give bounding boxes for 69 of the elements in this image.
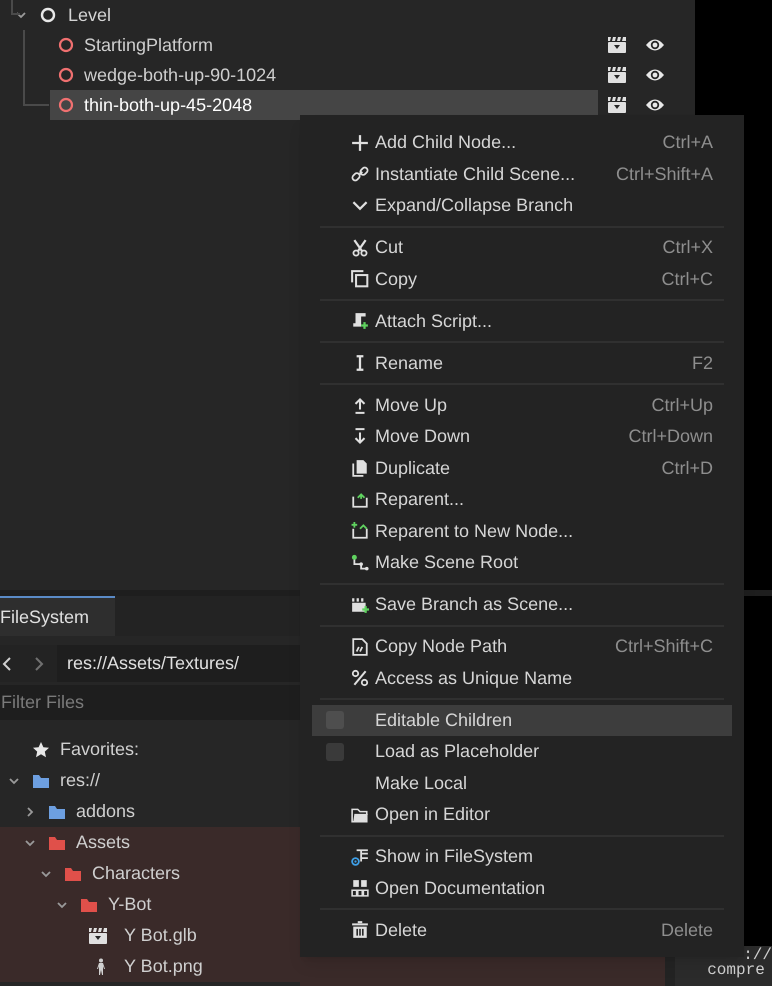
clapperboard-icon[interactable]: [607, 66, 627, 84]
eye-icon[interactable]: [645, 67, 665, 83]
node-circle-icon: [58, 37, 74, 53]
tab[interactable]: FileSystem: [0, 596, 115, 636]
clapperboard-icon[interactable]: [607, 36, 627, 54]
menu-item[interactable]: Attach Script...: [312, 306, 732, 337]
menu-item[interactable]: Copy Node Path Ctrl+Shift+C: [312, 631, 732, 662]
menu-item[interactable]: Copy Ctrl+C: [312, 264, 732, 295]
script-icon: [351, 312, 369, 330]
menu-item[interactable]: Load as Placeholder: [312, 736, 732, 768]
tree-item[interactable]: Characters: [0, 858, 300, 889]
menu-item[interactable]: Reparent to New Node...: [312, 516, 732, 547]
chevron-down-icon: [351, 200, 369, 212]
percent-icon: [351, 669, 369, 688]
tree-item[interactable]: Y Bot.png: [0, 951, 300, 982]
menu-item[interactable]: Move Up Ctrl+Up: [312, 390, 732, 421]
tree-item[interactable]: res://: [0, 765, 300, 796]
output-line: compre: [707, 963, 765, 978]
menu-item[interactable]: Access as Unique Name: [312, 662, 732, 694]
menu-item[interactable]: Instantiate Child Scene... Ctrl+Shift+A: [312, 158, 732, 190]
clapperboard-icon[interactable]: [607, 96, 627, 114]
copy-icon: [351, 270, 369, 288]
scene-root-icon: [351, 554, 369, 572]
tree-item[interactable]: thin-both-up-45-2048: [50, 90, 598, 120]
menu-item[interactable]: Duplicate Ctrl+D: [312, 452, 732, 484]
menu-item[interactable]: Delete Delete: [312, 914, 732, 946]
node-circle-icon: [58, 67, 74, 83]
trash-icon: [351, 921, 369, 940]
tree-item[interactable]: Favorites:: [0, 734, 300, 765]
tree-item[interactable]: Assets: [0, 827, 300, 858]
eye-icon[interactable]: [645, 37, 665, 53]
link-icon: [351, 165, 369, 184]
tree-item[interactable]: Y Bot.glb: [0, 920, 300, 951]
folder-icon: [351, 806, 369, 824]
menu-item[interactable]: Editable Children: [312, 704, 732, 736]
menu-item[interactable]: Open in Editor: [312, 799, 732, 830]
clapperboard-icon: [88, 926, 108, 944]
figure-icon: [96, 958, 106, 976]
node-circle-icon: [40, 7, 56, 23]
eye-icon[interactable]: [645, 97, 665, 113]
menu-item[interactable]: Rename F2: [312, 348, 732, 379]
menu-item[interactable]: Add Child Node... Ctrl+A: [312, 127, 732, 158]
node-path-icon: [351, 638, 369, 656]
menu-item[interactable]: Expand/Collapse Branch: [312, 190, 732, 222]
reparent-new-icon: [351, 522, 369, 540]
menu-item[interactable]: Move Down Ctrl+Down: [312, 421, 732, 452]
star-icon: [32, 740, 50, 758]
plus-icon: [351, 134, 369, 152]
filesystem-icon: [351, 848, 369, 866]
scissors-icon: [351, 238, 369, 257]
menu-item[interactable]: Reparent...: [312, 484, 732, 516]
documentation-icon: [351, 879, 369, 898]
clapperboard-plus-icon: [351, 596, 369, 614]
output-line: ://: [743, 948, 772, 963]
menu-item[interactable]: Save Branch as Scene...: [312, 589, 732, 620]
tree-item[interactable]: Y-Bot: [0, 889, 300, 920]
tree-line: [11, 0, 20, 15]
menu-item[interactable]: Cut Ctrl+X: [312, 232, 732, 264]
tree-item[interactable]: wedge-both-up-90-1024: [50, 60, 598, 90]
menu-item[interactable]: Open Documentation: [312, 872, 732, 904]
tree-item[interactable]: addons: [0, 796, 300, 827]
menu-item[interactable]: Make Scene Root: [312, 547, 732, 578]
tree-item[interactable]: Level: [32, 0, 598, 30]
menu-item[interactable]: Make Local: [312, 768, 732, 799]
node-circle-icon: [58, 97, 74, 113]
tree-item[interactable]: StartingPlatform: [50, 30, 598, 60]
menu-item[interactable]: Show in FileSystem: [312, 841, 732, 872]
reparent-icon: [351, 490, 369, 509]
duplicate-icon: [351, 459, 369, 478]
